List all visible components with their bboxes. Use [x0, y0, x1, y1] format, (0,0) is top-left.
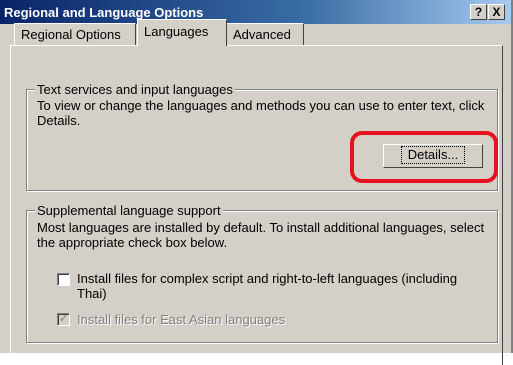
east-asian-checkbox[interactable]: ✓ — [57, 313, 70, 326]
tab-languages[interactable]: Languages — [137, 19, 227, 46]
tab-regional-options[interactable]: Regional Options — [14, 23, 136, 45]
help-button[interactable]: ? — [470, 4, 487, 20]
window-title: Regional and Language Options — [4, 5, 204, 20]
group-title: Text services and input languages — [35, 82, 235, 97]
group-description: Most languages are installed by default.… — [37, 220, 485, 250]
tab-label: Languages — [144, 24, 209, 39]
tab-advanced[interactable]: Advanced — [226, 23, 304, 45]
east-asian-label[interactable]: Install files for East Asian languages — [77, 312, 477, 327]
complex-script-label[interactable]: Install files for complex script and rig… — [77, 271, 477, 301]
group-title: Supplemental language support — [35, 203, 223, 218]
title-bar[interactable]: Regional and Language Options ? X — [0, 0, 511, 24]
tab-label: Regional Options — [21, 27, 121, 42]
highlight-callout — [350, 131, 498, 183]
complex-script-checkbox[interactable] — [57, 273, 70, 286]
close-button[interactable]: X — [488, 4, 505, 20]
dialog-window: Regional and Language Options ? X Region… — [0, 0, 513, 365]
supplemental-group: Supplemental language support Most langu… — [26, 203, 498, 343]
tab-label: Advanced — [233, 27, 291, 42]
group-description: To view or change the languages and meth… — [37, 98, 485, 128]
